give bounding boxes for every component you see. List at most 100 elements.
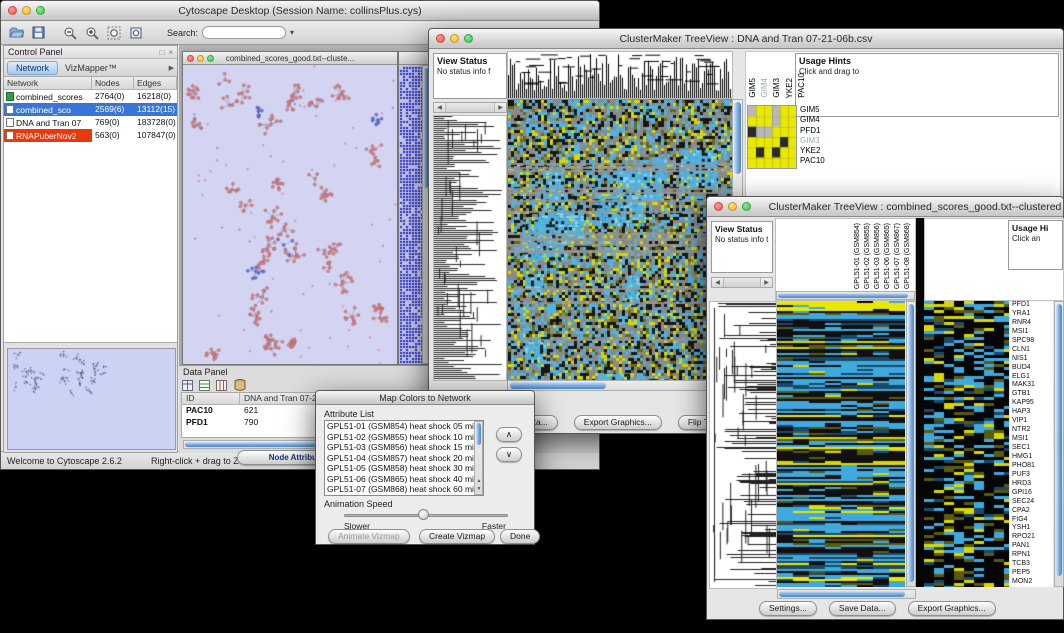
move-down-button[interactable]: ∨ [496, 447, 522, 462]
attribute-list-vscroll[interactable]: ▲ ▼ [474, 421, 483, 495]
control-panel-title: Control Panel [8, 47, 63, 57]
inner-close-button[interactable] [187, 55, 194, 62]
scroll-left-icon[interactable]: ◀ [712, 279, 723, 286]
zoom-in-icon[interactable] [83, 24, 101, 42]
background-window-titlebar[interactable] [399, 52, 430, 65]
col-id[interactable]: ID [182, 393, 240, 405]
heatmap-vscroll[interactable] [906, 301, 916, 587]
scroll-thumb[interactable] [510, 382, 606, 389]
search-input[interactable] [202, 26, 286, 39]
attribute-item[interactable]: GPL51-06 (GSM865) heat shock 40 min [325, 474, 474, 485]
status-hscroll[interactable]: ◀ ▶ [433, 102, 507, 113]
treeview-button[interactable]: Settings... [759, 601, 817, 616]
attribute-item[interactable]: GPL51-01 (GSM854) heat shock 05 min [325, 421, 474, 432]
inner-minimize-button[interactable] [197, 55, 204, 62]
birdseye-view[interactable] [7, 348, 176, 450]
attribute-list[interactable]: GPL51-01 (GSM854) heat shock 05 minGPL51… [324, 420, 484, 496]
edge-table-icon[interactable] [198, 379, 211, 392]
tab-overflow-icon[interactable]: ▶ [169, 64, 174, 72]
network-row[interactable]: combined_scores 2764(0) 16218(0) [4, 90, 177, 103]
done-button[interactable]: Done [500, 529, 540, 544]
node-table-icon[interactable] [181, 379, 194, 392]
minimize-button[interactable] [22, 6, 31, 15]
zoom-button[interactable] [464, 34, 473, 43]
move-up-button[interactable]: ∧ [496, 427, 522, 442]
column-dendrogram[interactable] [507, 51, 733, 99]
summary-heatmap[interactable] [747, 105, 797, 169]
attribute-item[interactable]: GPL51-03 (GSM856) heat shock 15 min [325, 442, 474, 453]
tab-vizmapper[interactable]: VizMapper™ [58, 63, 124, 73]
heatmap-hscroll[interactable] [777, 589, 916, 599]
scroll-track[interactable] [723, 278, 761, 287]
network-row[interactable]: RNAPuberNov2 563(0) 107847(0) [4, 129, 177, 142]
cytoscape-titlebar[interactable]: Cytoscape Desktop (Session Name: collins… [1, 1, 599, 21]
attribute-item[interactable]: GPL51-05 (GSM858) heat shock 30 min [325, 463, 474, 474]
float-panel-icon[interactable]: □ [159, 48, 164, 57]
heatmap[interactable] [777, 301, 905, 587]
close-button[interactable] [8, 6, 17, 15]
zoom-fit-icon[interactable] [105, 24, 123, 42]
animate-vizmap-button[interactable]: Animate Vizmap [328, 529, 410, 544]
network-row[interactable]: combined_sco 2569(6) 13112(15) [4, 103, 177, 116]
treeview-button[interactable]: Export Graphics... [908, 601, 996, 616]
zoom-button[interactable] [36, 6, 45, 15]
minimize-button[interactable] [450, 34, 459, 43]
col-network[interactable]: Network [4, 77, 92, 90]
col-edges[interactable]: Edges [134, 77, 177, 90]
heatmap[interactable] [507, 99, 733, 381]
scroll-down-icon[interactable]: ▼ [475, 485, 483, 494]
scroll-right-icon[interactable]: ▶ [495, 104, 506, 111]
minimize-button[interactable] [728, 202, 737, 211]
scroll-thumb[interactable] [779, 591, 905, 597]
zoom-button[interactable] [742, 202, 751, 211]
treeview-dna-titlebar[interactable]: ClusterMaker TreeView : DNA and Tran 07-… [429, 29, 1063, 49]
scroll-thumb[interactable] [734, 102, 741, 174]
treeview-button[interactable]: Save Data... [829, 601, 896, 616]
treeview-button[interactable]: Export Graphics... [574, 415, 662, 430]
network-row[interactable]: DNA and Tran 07 769(0) 183728(0) [4, 116, 177, 129]
treeview-combined-titlebar[interactable]: ClusterMaker TreeView : combined_scores_… [707, 197, 1063, 217]
row-dendrogram[interactable] [433, 115, 507, 381]
tab-network[interactable]: Network [7, 61, 58, 75]
attribute-item[interactable]: GPL51-07 (GSM868) heat shock 60 min [325, 484, 474, 495]
attribute-db-icon[interactable] [232, 379, 247, 392]
status-hscroll[interactable]: ◀ ▶ [711, 277, 773, 288]
column-strip-hscroll[interactable] [776, 291, 915, 300]
create-vizmap-button[interactable]: Create Vizmap [419, 529, 495, 544]
network-canvas[interactable] [183, 65, 397, 364]
scroll-left-icon[interactable]: ◀ [434, 104, 445, 111]
usage-hints-title: Usage Hints [796, 54, 1058, 66]
scroll-right-icon[interactable]: ▶ [761, 279, 772, 286]
scroll-thumb[interactable] [1056, 304, 1062, 576]
network-view-titlebar[interactable]: combined_scores_good.txt--cluste... [183, 52, 397, 65]
attribute-item[interactable]: GPL51-02 (GSM855) heat shock 10 min [325, 432, 474, 443]
slider-thumb[interactable] [418, 509, 429, 520]
heatmap-hscroll[interactable] [507, 380, 731, 391]
close-panel-icon[interactable]: × [168, 48, 173, 57]
column-labels[interactable]: GIM5GIM4GIM3YKE2PAC10 [748, 52, 806, 98]
zoom-out-icon[interactable] [61, 24, 79, 42]
col-nodes[interactable]: Nodes [92, 77, 134, 90]
secondary-heatmap[interactable] [924, 301, 1009, 587]
background-network-canvas[interactable] [399, 65, 423, 364]
dialog-titlebar[interactable]: Map Colors to Network [316, 391, 534, 405]
scroll-thumb[interactable] [476, 423, 481, 445]
inner-zoom-button[interactable] [207, 55, 214, 62]
open-session-icon[interactable] [7, 24, 25, 42]
close-button[interactable] [714, 202, 723, 211]
gene-list-vscroll[interactable] [1054, 301, 1064, 587]
attribute-item[interactable]: GPL51-04 (GSM857) heat shock 20 min [325, 453, 474, 464]
search-dropdown-icon[interactable]: ▾ [290, 28, 294, 37]
column-labels[interactable]: GPL51-01 (GSM854)GPL51-02 (GSM855)GPL51-… [854, 221, 912, 289]
gene-labels[interactable]: PFD1YRA1RNR4MSI1SPC98CLN1NIS1BUD4ELG1MAK… [1010, 301, 1053, 587]
scroll-thumb[interactable] [908, 304, 914, 582]
row-labels[interactable]: GIM5GIM4PFD1GIM3YKE2PAC10 [800, 105, 825, 167]
row-dendrogram[interactable] [709, 301, 777, 589]
scroll-track[interactable] [445, 103, 495, 112]
close-button[interactable] [436, 34, 445, 43]
zoom-selected-icon[interactable] [127, 24, 145, 42]
save-session-icon[interactable] [29, 24, 47, 42]
background-network-window[interactable] [398, 51, 431, 365]
scroll-thumb[interactable] [778, 293, 908, 298]
select-attributes-icon[interactable] [215, 379, 228, 392]
